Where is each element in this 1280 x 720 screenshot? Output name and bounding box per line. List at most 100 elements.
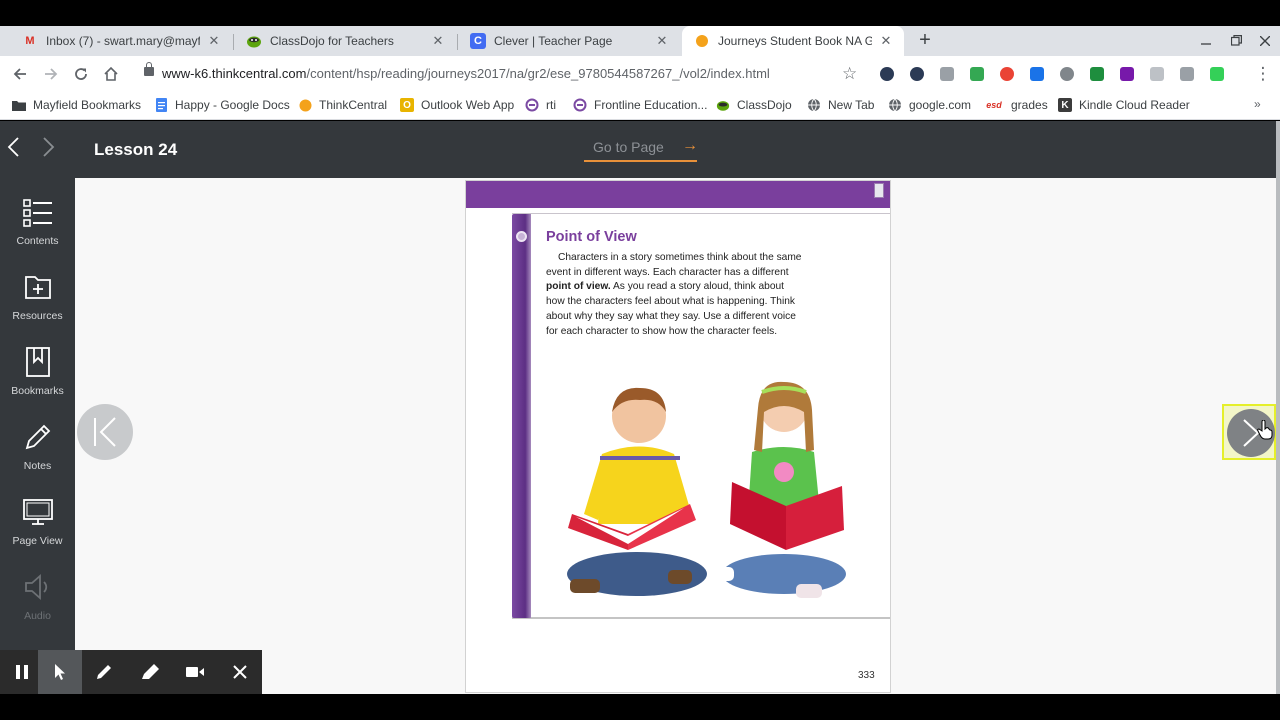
globe-icon — [807, 98, 821, 112]
bookmark-rti[interactable]: rti — [525, 98, 556, 112]
bookmark-label: grades — [1011, 98, 1048, 112]
bookmark-label: Frontline Education... — [594, 98, 708, 112]
esd-icon: esd — [986, 100, 1002, 110]
browser-menu-icon[interactable]: ⋮ — [1252, 63, 1274, 85]
copy-extension-icon[interactable] — [940, 67, 954, 81]
folder-icon — [12, 98, 26, 112]
classdojo-icon — [246, 33, 262, 49]
outlook-icon: O — [400, 98, 414, 112]
page-number: 333 — [858, 670, 875, 681]
tab-gmail[interactable]: M Inbox (7) - swart.mary@mayfield ✕ — [10, 26, 232, 56]
tab-title: Journeys Student Book NA G2 2 — [718, 34, 872, 48]
history-back-icon[interactable] — [6, 135, 20, 163]
screen: M Inbox (7) - swart.mary@mayfield ✕ Clas… — [0, 0, 1280, 720]
next-page-button[interactable] — [1222, 404, 1276, 460]
pointer-tool-button[interactable] — [38, 650, 82, 694]
pause-icon — [16, 665, 28, 679]
go-arrow-icon[interactable]: → — [682, 137, 698, 155]
close-window-icon[interactable] — [1255, 30, 1275, 52]
bookmarks-overflow-icon[interactable]: » — [1254, 97, 1261, 111]
bookmark-outlook[interactable]: O Outlook Web App — [400, 98, 514, 112]
forward-button[interactable] — [40, 63, 62, 85]
cast-extension-icon[interactable] — [1180, 67, 1194, 81]
go-to-page-field[interactable]: Go to Page → — [584, 137, 698, 162]
browser-toolbar: www-k6.thinkcentral.com/content/hsp/read… — [0, 56, 1280, 92]
classroom-extension-icon[interactable] — [970, 67, 984, 81]
home-button[interactable] — [100, 63, 122, 85]
tab-journeys[interactable]: Journeys Student Book NA G2 2 ✕ — [682, 26, 904, 56]
restore-window-icon[interactable] — [1226, 30, 1246, 52]
bookmark-new-tab[interactable]: New Tab — [807, 98, 874, 112]
pen-tool-button[interactable] — [82, 650, 126, 694]
screen-recorder-toolbar — [0, 650, 262, 694]
onenote-extension-icon[interactable] — [1120, 67, 1134, 81]
bookmark-classdojo[interactable]: ClassDojo — [716, 98, 792, 112]
shield-extension-icon[interactable] — [910, 67, 924, 81]
sidebar-item-notes[interactable]: Notes — [0, 408, 75, 474]
bookmark-icon — [26, 347, 50, 377]
webcam-button[interactable] — [173, 650, 217, 694]
close-tab-icon[interactable]: ✕ — [654, 33, 670, 49]
highlighter-icon — [142, 664, 159, 679]
children-reading-illustration — [567, 381, 846, 598]
frontline-icon — [525, 98, 539, 112]
bookmark-kindle[interactable]: K Kindle Cloud Reader — [1058, 98, 1190, 112]
bookmark-label: google.com — [909, 98, 972, 112]
sidebar-item-page-view[interactable]: Page View — [0, 483, 75, 549]
bookmark-frontline[interactable]: Frontline Education... — [573, 98, 707, 112]
grid-extension-icon[interactable] — [1150, 67, 1164, 81]
sidebar-item-resources[interactable]: Resources — [0, 258, 75, 324]
url-host: www-k6.thinkcentral.com — [162, 66, 307, 81]
close-tab-icon[interactable]: ✕ — [206, 33, 222, 49]
tab-title: ClassDojo for Teachers — [270, 34, 394, 48]
lock-icon[interactable] — [144, 62, 154, 76]
previous-page-button[interactable] — [77, 404, 133, 460]
video-camera-icon — [186, 667, 204, 677]
history-forward-icon[interactable] — [42, 135, 56, 163]
bookmark-happy-docs[interactable]: Happy - Google Docs — [154, 98, 290, 112]
monitor-icon — [23, 499, 53, 525]
lesson-title: Lesson 24 — [94, 140, 178, 159]
bookmark-star-icon[interactable]: ☆ — [842, 64, 857, 84]
sidebar-item-contents[interactable]: Contents — [0, 183, 75, 249]
card-title: Point of View — [546, 229, 637, 245]
kindle-icon: K — [1058, 98, 1072, 112]
bookmark-thinkcentral[interactable]: ThinkCentral — [298, 98, 387, 112]
close-tab-icon[interactable]: ✕ — [430, 33, 446, 49]
page-bookmark-icon[interactable] — [874, 183, 884, 198]
back-button[interactable] — [9, 63, 31, 85]
reload-button[interactable] — [70, 63, 92, 85]
new-tab-button[interactable]: + — [914, 30, 936, 52]
bookmark-google[interactable]: google.com — [888, 98, 971, 112]
calendar-extension-icon[interactable] — [1210, 67, 1224, 81]
screen-extension-icon[interactable] — [1030, 67, 1044, 81]
close-recorder-button[interactable] — [218, 650, 262, 694]
address-bar[interactable]: www-k6.thinkcentral.com/content/hsp/read… — [162, 66, 770, 81]
sidebar-label: Contents — [16, 235, 59, 247]
sidebar-item-bookmarks[interactable]: Bookmarks — [0, 333, 75, 399]
close-icon — [233, 665, 247, 679]
shield-extension-icon[interactable] — [880, 67, 894, 81]
close-tab-icon[interactable]: ✕ — [878, 33, 894, 49]
pen-icon — [97, 665, 111, 679]
bookmark-label: ThinkCentral — [319, 98, 388, 112]
highlighter-tool-button[interactable] — [128, 650, 172, 694]
tab-classdojo[interactable]: ClassDojo for Teachers ✕ — [234, 26, 456, 56]
tab-strip: M Inbox (7) - swart.mary@mayfield ✕ Clas… — [0, 26, 1280, 56]
reader-sidebar: Contents Resources Bookmarks Notes Page … — [0, 178, 75, 694]
bookmark-grades[interactable]: esd grades — [984, 98, 1048, 112]
scrollbar-track[interactable] — [1276, 121, 1280, 694]
sidebar-label: Resources — [12, 310, 63, 322]
bookmark-label: Happy - Google Docs — [175, 98, 290, 112]
record-extension-icon[interactable] — [1000, 67, 1014, 81]
globe-extension-icon[interactable] — [1060, 67, 1074, 81]
clever-icon: C — [470, 33, 486, 49]
card-dot-icon — [516, 231, 527, 242]
bookmark-label: Outlook Web App — [421, 98, 515, 112]
screen-letterbox — [0, 694, 1280, 720]
google-docs-icon — [154, 98, 168, 112]
tab-clever[interactable]: C Clever | Teacher Page ✕ — [458, 26, 680, 56]
minimize-window-icon[interactable] — [1196, 30, 1216, 52]
excel-extension-icon[interactable] — [1090, 67, 1104, 81]
bookmark-mayfield[interactable]: Mayfield Bookmarks — [12, 98, 141, 112]
